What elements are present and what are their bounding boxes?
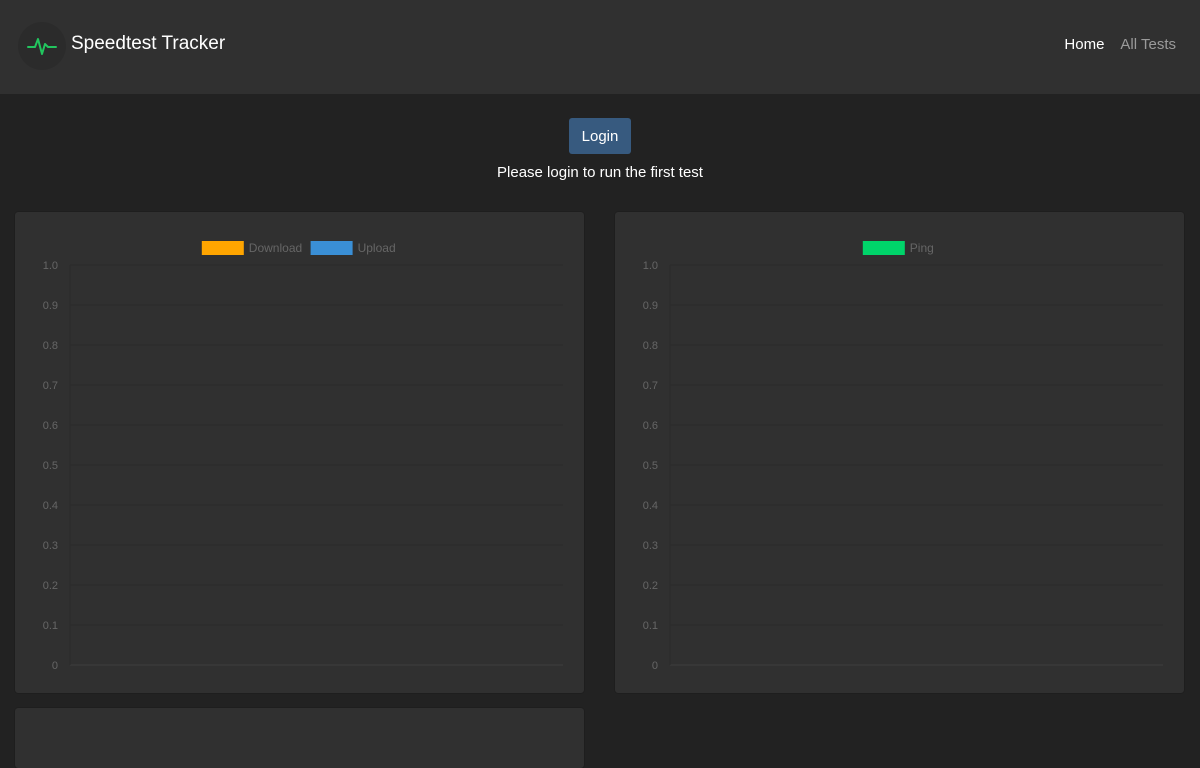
y-tick-label: 0.8 bbox=[43, 340, 58, 352]
y-tick-label: 1.0 bbox=[43, 260, 58, 272]
y-tick-label: 0.2 bbox=[643, 580, 658, 592]
third-card bbox=[15, 708, 584, 768]
login-button[interactable]: Login bbox=[569, 118, 631, 154]
y-tick-label: 0.6 bbox=[43, 420, 58, 432]
legend-label[interactable]: Download bbox=[249, 241, 302, 255]
y-tick-label: 1.0 bbox=[643, 260, 658, 272]
y-tick-label: 0.5 bbox=[43, 460, 58, 472]
y-tick-label: 0.7 bbox=[643, 380, 658, 392]
y-tick-label: 0 bbox=[652, 660, 658, 672]
y-tick-label: 0.9 bbox=[43, 300, 58, 312]
y-tick-label: 0.7 bbox=[43, 380, 58, 392]
legend-swatch[interactable] bbox=[201, 241, 244, 255]
y-tick-label: 0.9 bbox=[643, 300, 658, 312]
ping-chart: 1.0 0.9 0.8 0.7 0.6 0.5 0.4 0.3 0.2 0.1 0 Ping bbox=[643, 241, 1163, 672]
login-area: Login bbox=[0, 118, 1200, 154]
y-tick-label: 0.8 bbox=[643, 340, 658, 352]
nav-all-tests-link[interactable]: All Tests bbox=[1120, 36, 1176, 53]
nav-links: Home All Tests bbox=[1064, 36, 1176, 53]
app-title: Speedtest Tracker bbox=[71, 33, 226, 54]
y-tick-label: 0.5 bbox=[643, 460, 658, 472]
y-tick-label: 0.1 bbox=[643, 620, 658, 632]
y-tick-label: 0.4 bbox=[43, 500, 58, 512]
ping-chart-card: 1.0 0.9 0.8 0.7 0.6 0.5 0.4 0.3 0.2 0.1 0 Ping bbox=[615, 212, 1184, 693]
y-tick-label: 0.3 bbox=[43, 540, 58, 552]
brand[interactable]: Speedtest Tracker bbox=[18, 22, 225, 70]
y-tick-label: 0 bbox=[52, 660, 58, 672]
legend-swatch[interactable] bbox=[310, 241, 353, 255]
y-tick-label: 0.2 bbox=[43, 580, 58, 592]
y-tick-label: 0.6 bbox=[643, 420, 658, 432]
speed-chart-card: 1.0 0.9 0.8 0.7 0.6 0.5 0.4 0.3 0.2 0.1 0 Download U… bbox=[15, 212, 584, 693]
legend-swatch[interactable] bbox=[862, 241, 905, 255]
y-tick-label: 0.1 bbox=[43, 620, 58, 632]
heartbeat-pulse-icon bbox=[18, 22, 66, 70]
nav-home-link[interactable]: Home bbox=[1064, 36, 1104, 53]
login-message: Please login to run the first test bbox=[497, 164, 703, 181]
legend-label[interactable]: Ping bbox=[910, 241, 934, 255]
legend-label[interactable]: Upload bbox=[358, 241, 396, 255]
y-tick-label: 0.4 bbox=[643, 500, 658, 512]
y-tick-label: 0.3 bbox=[643, 540, 658, 552]
navbar: Speedtest Tracker Home All Tests bbox=[0, 0, 1200, 94]
speed-chart: 1.0 0.9 0.8 0.7 0.6 0.5 0.4 0.3 0.2 0.1 0 Download U… bbox=[43, 241, 563, 672]
